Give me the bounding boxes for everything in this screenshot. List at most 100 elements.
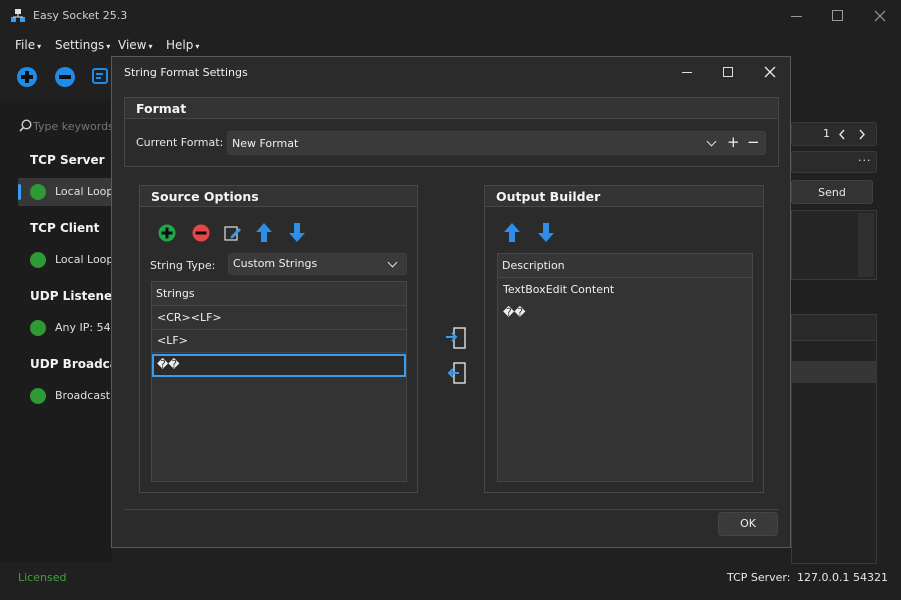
menu-help-label: Help xyxy=(166,38,194,52)
page-navigator: 1 xyxy=(791,122,877,146)
string-type-value: Custom Strings xyxy=(233,257,318,270)
scrollbar[interactable] xyxy=(858,213,874,277)
menu-file[interactable]: File ▾ xyxy=(15,38,41,52)
list-item[interactable]: <LF> xyxy=(152,330,406,353)
output-move-down-icon[interactable] xyxy=(537,222,555,243)
connection-sidebar: TCP Server Local Loop: TCP Client Local … xyxy=(0,100,131,562)
remove-from-output-icon[interactable] xyxy=(445,362,467,384)
search-input[interactable] xyxy=(33,117,112,135)
output-builder-header: Output Builder xyxy=(485,186,763,207)
list-item-label: TextBoxEdit Content xyxy=(503,283,615,296)
list-item[interactable]: �� xyxy=(498,302,752,325)
status-port: 54321 xyxy=(853,571,888,584)
ok-button[interactable]: OK xyxy=(718,512,778,536)
list-item-label[interactable]: �� xyxy=(157,358,180,371)
list-item-label: �� xyxy=(503,306,526,319)
add-to-output-icon[interactable] xyxy=(445,327,467,349)
menu-settings-label: Settings xyxy=(55,38,105,52)
string-format-dialog: String Format Settings Format Current Fo… xyxy=(111,56,791,548)
list-item-editing[interactable]: �� xyxy=(152,354,406,377)
chevron-right-icon[interactable] xyxy=(858,129,866,140)
connection-item[interactable]: Local Loop: xyxy=(18,178,117,206)
source-options-title: Source Options xyxy=(151,189,259,204)
list-item-label: <CR><LF> xyxy=(157,311,222,324)
edit-connection-icon[interactable] xyxy=(92,68,112,86)
menu-bar: File ▾ Settings ▾ View ▾ Help ▾ xyxy=(0,32,901,58)
caret-down-icon: ▾ xyxy=(148,42,153,51)
ok-button-label: OK xyxy=(740,517,756,530)
list-item[interactable]: TextBoxEdit Content xyxy=(498,279,752,302)
send-button[interactable]: Send xyxy=(791,180,873,204)
add-format-icon[interactable]: + xyxy=(727,133,740,151)
menu-settings[interactable]: Settings ▾ xyxy=(55,38,110,52)
status-ip: 127.0.0.1 xyxy=(797,571,850,584)
connection-label: Broadcast: xyxy=(55,389,114,402)
dialog-maximize-icon[interactable] xyxy=(723,67,733,77)
strings-list: Strings <CR><LF> <LF> �� xyxy=(151,281,407,482)
caret-down-icon: ▾ xyxy=(195,42,200,51)
connection-label: Local Loop: xyxy=(55,185,118,198)
move-down-icon[interactable] xyxy=(288,222,306,243)
format-group: Format Current Format: New Format + − xyxy=(124,97,779,167)
output-list: Description TextBoxEdit Content �� xyxy=(497,253,753,482)
minimize-icon[interactable] xyxy=(791,16,802,17)
connection-label: Any IP: 543 xyxy=(55,321,118,334)
section-tcp-client: TCP Client xyxy=(30,221,100,235)
list-item-label: <LF> xyxy=(157,334,188,347)
section-tcp-server: TCP Server xyxy=(30,153,105,167)
menu-help[interactable]: Help ▾ xyxy=(166,38,199,52)
dialog-minimize-icon[interactable] xyxy=(682,72,692,73)
caret-down-icon: ▾ xyxy=(106,42,111,51)
app-logo-icon xyxy=(11,9,25,22)
chevron-left-icon[interactable] xyxy=(838,129,846,140)
title-bar: Easy Socket 25.3 xyxy=(0,0,901,32)
send-button-label: Send xyxy=(818,186,846,199)
add-connection-icon[interactable] xyxy=(17,67,37,87)
strings-list-header: Strings xyxy=(152,282,406,306)
caret-down-icon: ▾ xyxy=(37,42,42,51)
remove-connection-icon[interactable] xyxy=(55,67,75,87)
log-row-selected[interactable] xyxy=(792,361,876,383)
maximize-icon[interactable] xyxy=(832,10,843,21)
log-header xyxy=(792,315,876,341)
section-udp-listener: UDP Listener xyxy=(30,289,119,303)
target-field[interactable]: ··· xyxy=(791,151,877,173)
output-builder-title: Output Builder xyxy=(496,189,601,204)
dialog-close-icon[interactable] xyxy=(764,66,776,78)
remove-string-icon[interactable] xyxy=(192,224,210,242)
log-panel xyxy=(791,314,877,564)
menu-view[interactable]: View ▾ xyxy=(118,38,153,52)
description-column-header: Description xyxy=(502,259,565,272)
more-icon[interactable]: ··· xyxy=(858,154,872,167)
menu-file-label: File xyxy=(15,38,36,52)
page-number: 1 xyxy=(823,127,830,140)
source-options-header: Source Options xyxy=(140,186,417,207)
status-online-icon xyxy=(30,252,46,268)
chevron-down-icon[interactable] xyxy=(387,257,398,268)
add-string-icon[interactable] xyxy=(158,224,176,242)
status-online-icon xyxy=(30,184,46,200)
status-mode: TCP Server: xyxy=(727,571,791,584)
connection-item[interactable]: Broadcast: xyxy=(18,382,114,410)
output-list-header: Description xyxy=(498,254,752,278)
remove-format-icon[interactable]: − xyxy=(747,133,760,151)
search-icon xyxy=(19,119,32,132)
dialog-title: String Format Settings xyxy=(124,66,248,79)
strings-column-header: Strings xyxy=(156,287,195,300)
current-format-value: New Format xyxy=(232,137,299,150)
current-format-label: Current Format: xyxy=(136,136,224,149)
connection-item[interactable]: Any IP: 543 xyxy=(18,314,118,342)
message-input[interactable] xyxy=(791,210,877,280)
string-type-select[interactable]: Custom Strings xyxy=(228,253,407,275)
chevron-down-icon[interactable] xyxy=(706,136,717,147)
edit-string-icon[interactable] xyxy=(224,225,242,242)
status-bar: Licensed TCP Server: 127.0.0.1 54321 xyxy=(0,562,901,600)
license-status: Licensed xyxy=(18,571,67,584)
status-online-icon xyxy=(30,388,46,404)
move-up-icon[interactable] xyxy=(255,222,273,243)
output-move-up-icon[interactable] xyxy=(503,222,521,243)
close-icon[interactable] xyxy=(874,10,886,22)
current-format-select[interactable]: New Format + − xyxy=(227,131,766,155)
list-item[interactable]: <CR><LF> xyxy=(152,307,406,330)
connection-item[interactable]: Local Loop: xyxy=(18,246,117,274)
